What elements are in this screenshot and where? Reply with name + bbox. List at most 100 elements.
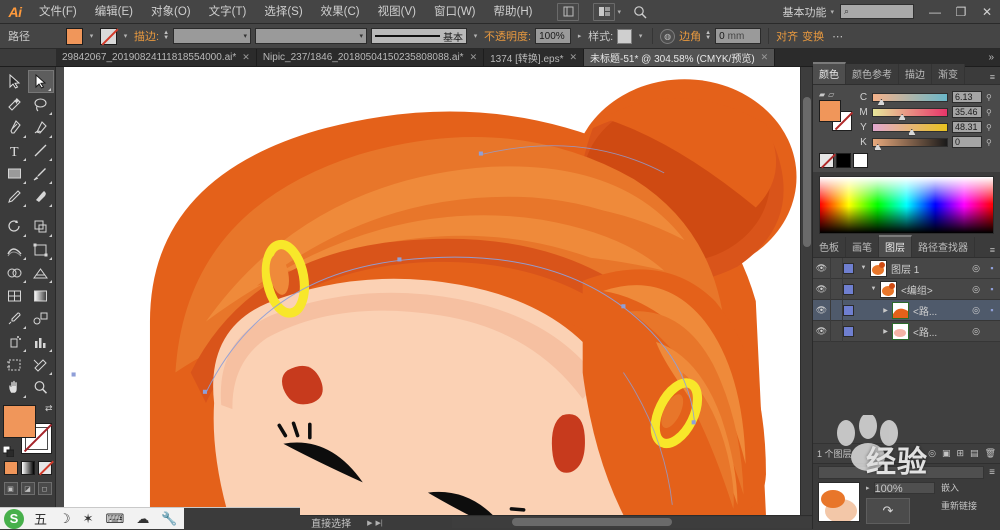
corner-radius-field[interactable]: 0 mm: [715, 28, 762, 44]
zoom-tool[interactable]: [28, 376, 54, 399]
stroke-profile-field[interactable]: 基本: [371, 28, 468, 44]
document-tab-3-close-icon[interactable]: ✕: [569, 52, 577, 63]
symbol-sprayer-tool[interactable]: [2, 330, 28, 353]
document-tab-4[interactable]: 未标题-51* @ 304.58% (CMYK/预览) ✕: [584, 49, 776, 66]
document-tab-2[interactable]: Nipic_237/1846_20180504150235808088.ai* …: [256, 49, 485, 66]
stroke-weight-field[interactable]: ▾: [173, 28, 252, 44]
layer-target-icon[interactable]: ◎: [968, 263, 984, 274]
make-mask-icon[interactable]: ▣: [942, 448, 951, 459]
slider-track-c[interactable]: [872, 92, 948, 106]
eyedropper-k-icon[interactable]: ⚲: [986, 138, 994, 147]
layer-target-icon[interactable]: ◎: [968, 326, 984, 337]
stock-search-icon[interactable]: [629, 3, 651, 21]
slider-value-y[interactable]: 48.31: [952, 121, 982, 133]
stroke-caret-icon[interactable]: ▾: [121, 32, 130, 40]
links-caret-icon[interactable]: ▸: [866, 484, 870, 492]
none-button[interactable]: [37, 461, 52, 475]
lasso-tool[interactable]: [28, 93, 54, 116]
hand-tool[interactable]: [2, 376, 28, 399]
locate-object-icon[interactable]: ◎: [928, 448, 936, 459]
ime-keyboard-icon[interactable]: ⌨: [100, 511, 131, 527]
color-button[interactable]: [3, 461, 18, 475]
relink-label[interactable]: 重新链接: [941, 500, 995, 513]
slider-knob-y[interactable]: [907, 128, 916, 136]
layers-panel-menu-icon[interactable]: ≡: [985, 243, 1000, 257]
document-tab-2-close-icon[interactable]: ✕: [470, 52, 478, 63]
blend-tool[interactable]: [28, 307, 54, 330]
search-input[interactable]: ⌕: [840, 4, 914, 19]
bridge-icon[interactable]: [557, 2, 580, 21]
delete-layer-icon[interactable]: 🗑: [985, 448, 996, 459]
eyedropper-m-icon[interactable]: ⚲: [986, 108, 994, 117]
layer-visibility-icon[interactable]: 👁: [813, 305, 830, 316]
eyedropper-y-icon[interactable]: ⚲: [986, 123, 994, 132]
rectangle-tool[interactable]: [2, 162, 28, 185]
table-row[interactable]: 👁 ▶ <路... ◎ ▪: [813, 299, 1000, 321]
close-button[interactable]: ✕: [974, 0, 1000, 24]
curvature-tool[interactable]: [28, 116, 54, 139]
eyedropper-tool[interactable]: [2, 307, 28, 330]
tab-gradient[interactable]: 渐变: [932, 64, 965, 84]
drawing-mode-icon[interactable]: ▣: [3, 482, 18, 495]
minimize-button[interactable]: —: [922, 0, 948, 24]
opacity-caret-icon[interactable]: ▸: [575, 32, 584, 40]
layer-disclosure-icon[interactable]: ▶: [879, 307, 892, 314]
menu-window[interactable]: 窗口(W): [425, 0, 485, 24]
layer-lock-cell[interactable]: [830, 299, 843, 321]
layer-visibility-icon[interactable]: 👁: [813, 326, 830, 337]
slider-knob-c[interactable]: [877, 98, 886, 106]
transform-button[interactable]: 变换: [802, 28, 824, 44]
color-panel-menu-icon[interactable]: ≡: [985, 70, 1000, 84]
layer-lock-cell[interactable]: [830, 257, 843, 279]
arrange-caret-icon[interactable]: ▾: [617, 8, 621, 16]
swatch-black[interactable]: [836, 153, 851, 168]
arrange-documents-icon[interactable]: [593, 2, 616, 21]
ime-toolbar[interactable]: S 五 ☽ ✶ ⌨ ☁ 🔧: [0, 507, 300, 530]
layer-lock-cell[interactable]: [830, 278, 843, 300]
menu-type[interactable]: 文字(T): [200, 0, 256, 24]
tab-stroke[interactable]: 描边: [899, 64, 932, 84]
layer-name[interactable]: 图层 1: [891, 261, 968, 276]
width-tool[interactable]: [2, 238, 28, 261]
drawing-behind-icon[interactable]: ◪: [20, 482, 35, 495]
slice-tool[interactable]: [28, 353, 54, 376]
column-graph-tool[interactable]: [28, 330, 54, 353]
stroke-weight-caret-icon[interactable]: ▾: [244, 32, 248, 40]
layer-disclosure-icon[interactable]: ▼: [857, 265, 870, 271]
gradient-tool[interactable]: [28, 284, 54, 307]
canvas-area[interactable]: 304.58% ▾ |◀ ◀ 直接选择 ▶ ▶|: [56, 67, 812, 529]
swatch-white[interactable]: [853, 153, 868, 168]
layer-name[interactable]: <路...: [913, 303, 968, 318]
stroke-swatch[interactable]: [100, 27, 117, 45]
default-fill-stroke-icon[interactable]: [2, 446, 14, 457]
layer-name[interactable]: <路...: [913, 324, 968, 339]
layer-select-indicator[interactable]: ▪: [984, 284, 1000, 294]
canvas-vertical-scroll-thumb[interactable]: [803, 97, 811, 247]
table-row[interactable]: 👁 ▼ 图层 1 ◎ ▪: [813, 257, 1000, 279]
tab-overflow-icon[interactable]: »: [982, 49, 1000, 66]
menu-select[interactable]: 选择(S): [255, 0, 311, 24]
table-row[interactable]: 👁 ▼ <编组> ◎ ▪: [813, 278, 1000, 300]
artboard-nav-right[interactable]: ▶ ▶|: [367, 519, 383, 527]
line-segment-tool[interactable]: [28, 139, 54, 162]
fill-swatch[interactable]: [66, 27, 83, 45]
swap-fill-stroke-icon[interactable]: ⇄: [45, 403, 53, 414]
rotate-tool[interactable]: [2, 215, 28, 238]
menu-object[interactable]: 对象(O): [142, 0, 200, 24]
slider-track-y[interactable]: [872, 122, 948, 136]
active-tool-label[interactable]: 直接选择: [305, 515, 357, 529]
layer-disclosure-icon[interactable]: ▼: [867, 286, 880, 292]
layer-select-indicator[interactable]: ▪: [984, 305, 1000, 315]
color-spectrum-bar[interactable]: [819, 176, 994, 234]
canvas-horizontal-scrollbar[interactable]: [452, 517, 812, 528]
selection-tool[interactable]: [2, 70, 28, 93]
scale-tool[interactable]: [28, 215, 54, 238]
fill-caret-icon[interactable]: ▾: [87, 32, 96, 40]
restore-button[interactable]: ❐: [948, 0, 974, 24]
layers-empty-area[interactable]: [813, 342, 1000, 443]
ime-logo-icon[interactable]: S: [4, 508, 24, 529]
direct-selection-tool[interactable]: [27, 70, 54, 93]
slider-knob-m[interactable]: [898, 113, 907, 121]
variable-width-caret-icon[interactable]: ▾: [360, 32, 364, 40]
tab-layers[interactable]: 图层: [879, 235, 912, 257]
